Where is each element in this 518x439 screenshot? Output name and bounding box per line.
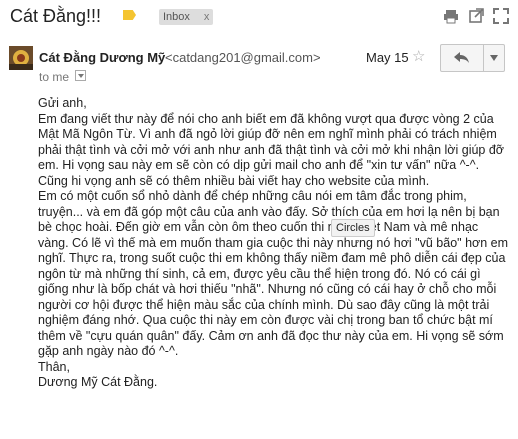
subject-bar: Cát Đằng!!! Inbox x bbox=[0, 0, 518, 34]
show-details-dropdown[interactable] bbox=[75, 70, 86, 81]
new-window-icon[interactable] bbox=[468, 8, 484, 24]
sender-email: <catdang201@gmail.com> bbox=[165, 50, 321, 65]
message-body: Gửi anh, Em đang viết thư này để nói cho… bbox=[38, 96, 510, 391]
avatar[interactable] bbox=[9, 46, 33, 70]
email-date: May 15 bbox=[366, 50, 409, 65]
chevron-down-icon bbox=[490, 55, 498, 61]
closing: Thân, bbox=[38, 359, 70, 374]
more-options-button[interactable] bbox=[483, 44, 505, 72]
signature: Dương Mỹ Cát Đằng. bbox=[38, 375, 158, 389]
expand-icon[interactable] bbox=[493, 8, 509, 24]
recipient-label: to me bbox=[39, 70, 70, 84]
important-label-icon[interactable] bbox=[123, 10, 136, 20]
sender-name[interactable]: Cát Đằng Dương Mỹ bbox=[39, 50, 165, 65]
chevron-down-icon bbox=[77, 73, 84, 78]
body-paragraph: Em đang viết thư này để nói cho anh biết… bbox=[38, 111, 504, 188]
remove-label-button[interactable]: x bbox=[204, 11, 210, 23]
inbox-label-text: Inbox bbox=[163, 11, 190, 23]
body-paragraph: Em có một cuốn sổ nhỏ dành để chép những… bbox=[38, 189, 509, 358]
greeting: Gửi anh, bbox=[38, 96, 87, 110]
email-subject: Cát Đằng!!! bbox=[10, 6, 102, 26]
reply-icon bbox=[454, 52, 469, 63]
reply-button[interactable] bbox=[440, 44, 484, 72]
inbox-label-chip: Inbox x bbox=[159, 9, 214, 25]
circles-tooltip: Circles bbox=[331, 219, 375, 237]
print-icon[interactable] bbox=[443, 8, 459, 24]
star-icon[interactable]: ☆ bbox=[412, 49, 425, 64]
